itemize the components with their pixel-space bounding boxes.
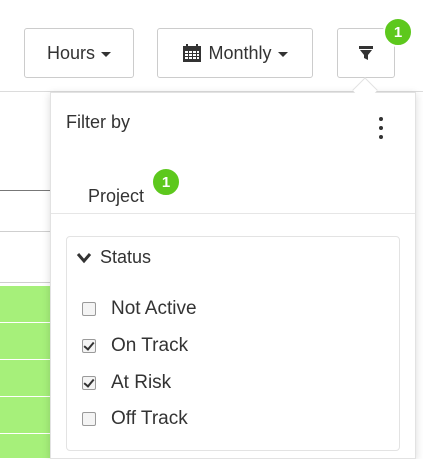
chevron-down-icon <box>76 252 92 263</box>
checkbox-checked[interactable] <box>82 339 96 353</box>
table-cell <box>0 286 50 323</box>
option-label: Off Track <box>111 408 188 429</box>
table-cell <box>0 323 50 360</box>
table-rule <box>0 282 50 283</box>
project-count-badge: 1 <box>151 167 181 197</box>
checkbox-unchecked[interactable] <box>82 412 96 426</box>
tab-divider <box>51 213 415 214</box>
option-label: At Risk <box>111 372 172 393</box>
tab-project[interactable]: Project <box>88 186 144 207</box>
caret-down-icon <box>277 51 288 57</box>
filter-count-badge: 1 <box>383 17 413 47</box>
status-option-off-track[interactable]: Off Track <box>82 408 188 430</box>
table-cell <box>0 397 50 434</box>
calendar-icon <box>183 43 202 62</box>
option-label: Not Active <box>111 298 197 319</box>
table-cell <box>0 434 50 459</box>
checkbox-checked[interactable] <box>82 376 96 390</box>
table-rule <box>0 190 50 191</box>
status-option-not-active[interactable]: Not Active <box>82 298 197 320</box>
background-table <box>0 92 50 459</box>
hours-dropdown-button[interactable]: Hours <box>24 28 134 78</box>
status-option-at-risk[interactable]: At Risk <box>82 372 171 394</box>
hours-label: Hours <box>46 42 95 63</box>
more-options-icon[interactable] <box>375 117 387 139</box>
checkbox-unchecked[interactable] <box>82 302 96 316</box>
table-cell <box>0 360 50 397</box>
caret-down-icon <box>101 51 111 57</box>
option-label: On Track <box>111 335 189 356</box>
funnel-icon <box>359 46 373 60</box>
status-group-toggle[interactable]: Status <box>76 247 151 268</box>
period-label: Monthly <box>208 42 272 63</box>
status-option-on-track[interactable]: On Track <box>82 335 188 357</box>
period-dropdown-button[interactable]: Monthly <box>157 28 313 78</box>
table-rule <box>0 231 50 232</box>
status-group-label: Status <box>100 247 152 267</box>
filter-title: Filter by <box>66 112 131 132</box>
